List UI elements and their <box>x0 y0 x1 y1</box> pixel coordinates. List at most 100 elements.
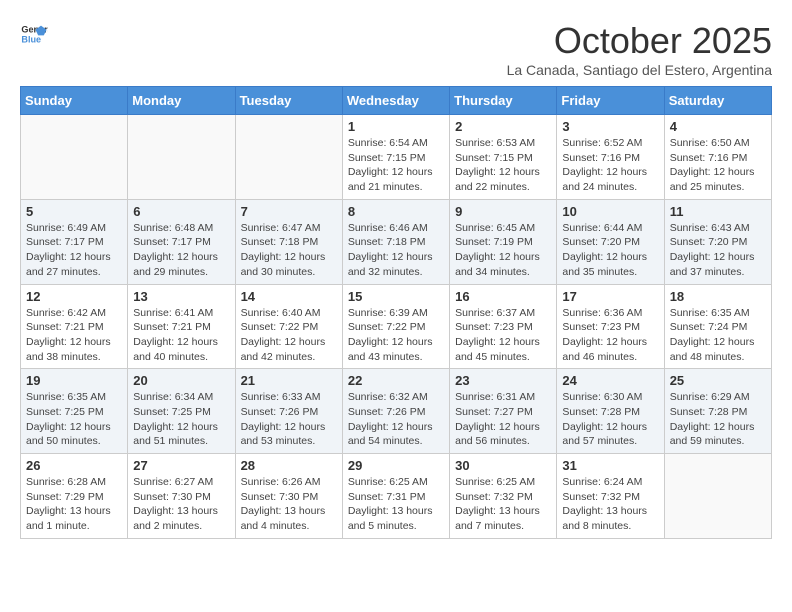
calendar-day-cell: 1 Sunrise: 6:54 AMSunset: 7:15 PMDaylight… <box>342 115 449 200</box>
page-header: General Blue October 2025 La Canada, San… <box>20 20 772 78</box>
calendar-day-cell: 13 Sunrise: 6:41 AMSunset: 7:21 PMDayligh… <box>128 284 235 369</box>
calendar-day-cell: 8 Sunrise: 6:46 AMSunset: 7:18 PMDaylight… <box>342 199 449 284</box>
calendar-day-cell: 2 Sunrise: 6:53 AMSunset: 7:15 PMDaylight… <box>450 115 557 200</box>
day-number: 9 <box>455 204 551 219</box>
day-number: 14 <box>241 289 337 304</box>
logo: General Blue <box>20 20 48 48</box>
calendar-day-cell: 23Sunrise: 6:31 AMSunset: 7:27 PMDayligh… <box>450 369 557 454</box>
day-number: 29 <box>348 458 444 473</box>
day-number: 2 <box>455 119 551 134</box>
day-info: Sunrise: 6:50 AMSunset: 7:16 PMDaylight:… <box>670 136 766 195</box>
calendar-day-cell: 26 Sunrise: 6:28 AMSunset: 7:29 PMDayligh… <box>21 454 128 539</box>
day-info: Sunrise: 6:25 AMSunset: 7:31 PMDaylight:… <box>348 475 444 534</box>
day-number: 17 <box>562 289 658 304</box>
calendar-table: SundayMondayTuesdayWednesdayThursdayFrid… <box>20 86 772 539</box>
calendar-day-cell: 10 Sunrise: 6:44 AMSunset: 7:20 PMDayligh… <box>557 199 664 284</box>
calendar-day-cell: 6 Sunrise: 6:48 AMSunset: 7:17 PMDaylight… <box>128 199 235 284</box>
day-number: 6 <box>133 204 229 219</box>
day-info: Sunrise: 6:32 AMSunset: 7:26 PMDaylight:… <box>348 390 444 449</box>
calendar-day-cell: 27 Sunrise: 6:27 AMSunset: 7:30 PMDayligh… <box>128 454 235 539</box>
day-number: 30 <box>455 458 551 473</box>
day-number: 31 <box>562 458 658 473</box>
month-title: October 2025 <box>507 20 772 62</box>
day-number: 26 <box>26 458 122 473</box>
day-number: 27 <box>133 458 229 473</box>
calendar-day-cell: 29 Sunrise: 6:25 AMSunset: 7:31 PMDayligh… <box>342 454 449 539</box>
calendar-day-cell: 30 Sunrise: 6:25 AMSunset: 7:32 PMDayligh… <box>450 454 557 539</box>
calendar-week-row: 12Sunrise: 6:42 AMSunset: 7:21 PMDayligh… <box>21 284 772 369</box>
weekday-header: Saturday <box>664 87 771 115</box>
calendar-day-cell: 4 Sunrise: 6:50 AMSunset: 7:16 PMDaylight… <box>664 115 771 200</box>
day-info: Sunrise: 6:24 AMSunset: 7:32 PMDaylight:… <box>562 475 658 534</box>
day-number: 12 <box>26 289 122 304</box>
day-number: 21 <box>241 373 337 388</box>
calendar-day-cell: 19Sunrise: 6:35 AMSunset: 7:25 PMDayligh… <box>21 369 128 454</box>
day-info: Sunrise: 6:30 AMSunset: 7:28 PMDaylight:… <box>562 390 658 449</box>
day-number: 15 <box>348 289 444 304</box>
weekday-header: Wednesday <box>342 87 449 115</box>
day-info: Sunrise: 6:40 AMSunset: 7:22 PMDaylight:… <box>241 306 337 365</box>
day-number: 11 <box>670 204 766 219</box>
calendar-day-cell: 21 Sunrise: 6:33 AMSunset: 7:26 PMDayligh… <box>235 369 342 454</box>
day-number: 4 <box>670 119 766 134</box>
day-number: 18 <box>670 289 766 304</box>
calendar-day-cell <box>128 115 235 200</box>
day-info: Sunrise: 6:33 AMSunset: 7:26 PMDaylight:… <box>241 390 337 449</box>
weekday-header: Tuesday <box>235 87 342 115</box>
day-info: Sunrise: 6:49 AMSunset: 7:17 PMDaylight:… <box>26 221 122 280</box>
day-info: Sunrise: 6:45 AMSunset: 7:19 PMDaylight:… <box>455 221 551 280</box>
calendar-day-cell: 20 Sunrise: 6:34 AMSunset: 7:25 PMDayligh… <box>128 369 235 454</box>
day-info: Sunrise: 6:53 AMSunset: 7:15 PMDaylight:… <box>455 136 551 195</box>
day-number: 19 <box>26 373 122 388</box>
day-number: 8 <box>348 204 444 219</box>
calendar-week-row: 26 Sunrise: 6:28 AMSunset: 7:29 PMDayligh… <box>21 454 772 539</box>
day-number: 25 <box>670 373 766 388</box>
day-info: Sunrise: 6:46 AMSunset: 7:18 PMDaylight:… <box>348 221 444 280</box>
day-number: 16 <box>455 289 551 304</box>
calendar-week-row: 5 Sunrise: 6:49 AMSunset: 7:17 PMDaylight… <box>21 199 772 284</box>
day-info: Sunrise: 6:48 AMSunset: 7:17 PMDaylight:… <box>133 221 229 280</box>
calendar-week-row: 19Sunrise: 6:35 AMSunset: 7:25 PMDayligh… <box>21 369 772 454</box>
day-info: Sunrise: 6:27 AMSunset: 7:30 PMDaylight:… <box>133 475 229 534</box>
day-info: Sunrise: 6:25 AMSunset: 7:32 PMDaylight:… <box>455 475 551 534</box>
day-info: Sunrise: 6:37 AMSunset: 7:23 PMDaylight:… <box>455 306 551 365</box>
weekday-header: Thursday <box>450 87 557 115</box>
day-number: 5 <box>26 204 122 219</box>
day-info: Sunrise: 6:31 AMSunset: 7:27 PMDaylight:… <box>455 390 551 449</box>
weekday-header: Sunday <box>21 87 128 115</box>
day-number: 13 <box>133 289 229 304</box>
calendar-day-cell: 31 Sunrise: 6:24 AMSunset: 7:32 PMDayligh… <box>557 454 664 539</box>
location-subtitle: La Canada, Santiago del Estero, Argentin… <box>507 62 772 78</box>
day-info: Sunrise: 6:41 AMSunset: 7:21 PMDaylight:… <box>133 306 229 365</box>
weekday-header: Monday <box>128 87 235 115</box>
calendar-day-cell: 5 Sunrise: 6:49 AMSunset: 7:17 PMDaylight… <box>21 199 128 284</box>
logo-icon: General Blue <box>20 20 48 48</box>
day-info: Sunrise: 6:26 AMSunset: 7:30 PMDaylight:… <box>241 475 337 534</box>
day-number: 28 <box>241 458 337 473</box>
day-info: Sunrise: 6:39 AMSunset: 7:22 PMDaylight:… <box>348 306 444 365</box>
day-number: 10 <box>562 204 658 219</box>
day-info: Sunrise: 6:34 AMSunset: 7:25 PMDaylight:… <box>133 390 229 449</box>
weekday-header: Friday <box>557 87 664 115</box>
calendar-day-cell <box>235 115 342 200</box>
calendar-week-row: 1 Sunrise: 6:54 AMSunset: 7:15 PMDaylight… <box>21 115 772 200</box>
svg-text:Blue: Blue <box>21 34 41 44</box>
day-number: 22 <box>348 373 444 388</box>
day-info: Sunrise: 6:28 AMSunset: 7:29 PMDaylight:… <box>26 475 122 534</box>
calendar-day-cell: 14 Sunrise: 6:40 AMSunset: 7:22 PMDayligh… <box>235 284 342 369</box>
day-number: 7 <box>241 204 337 219</box>
day-number: 1 <box>348 119 444 134</box>
calendar-day-cell: 24Sunrise: 6:30 AMSunset: 7:28 PMDayligh… <box>557 369 664 454</box>
calendar-day-cell <box>664 454 771 539</box>
day-number: 20 <box>133 373 229 388</box>
calendar-day-cell: 18Sunrise: 6:35 AMSunset: 7:24 PMDayligh… <box>664 284 771 369</box>
calendar-day-cell: 11 Sunrise: 6:43 AMSunset: 7:20 PMDayligh… <box>664 199 771 284</box>
day-info: Sunrise: 6:54 AMSunset: 7:15 PMDaylight:… <box>348 136 444 195</box>
calendar-day-cell: 17Sunrise: 6:36 AMSunset: 7:23 PMDayligh… <box>557 284 664 369</box>
calendar-day-cell: 15 Sunrise: 6:39 AMSunset: 7:22 PMDayligh… <box>342 284 449 369</box>
day-info: Sunrise: 6:29 AMSunset: 7:28 PMDaylight:… <box>670 390 766 449</box>
day-info: Sunrise: 6:43 AMSunset: 7:20 PMDaylight:… <box>670 221 766 280</box>
calendar-day-cell: 12Sunrise: 6:42 AMSunset: 7:21 PMDayligh… <box>21 284 128 369</box>
day-number: 3 <box>562 119 658 134</box>
day-info: Sunrise: 6:44 AMSunset: 7:20 PMDaylight:… <box>562 221 658 280</box>
